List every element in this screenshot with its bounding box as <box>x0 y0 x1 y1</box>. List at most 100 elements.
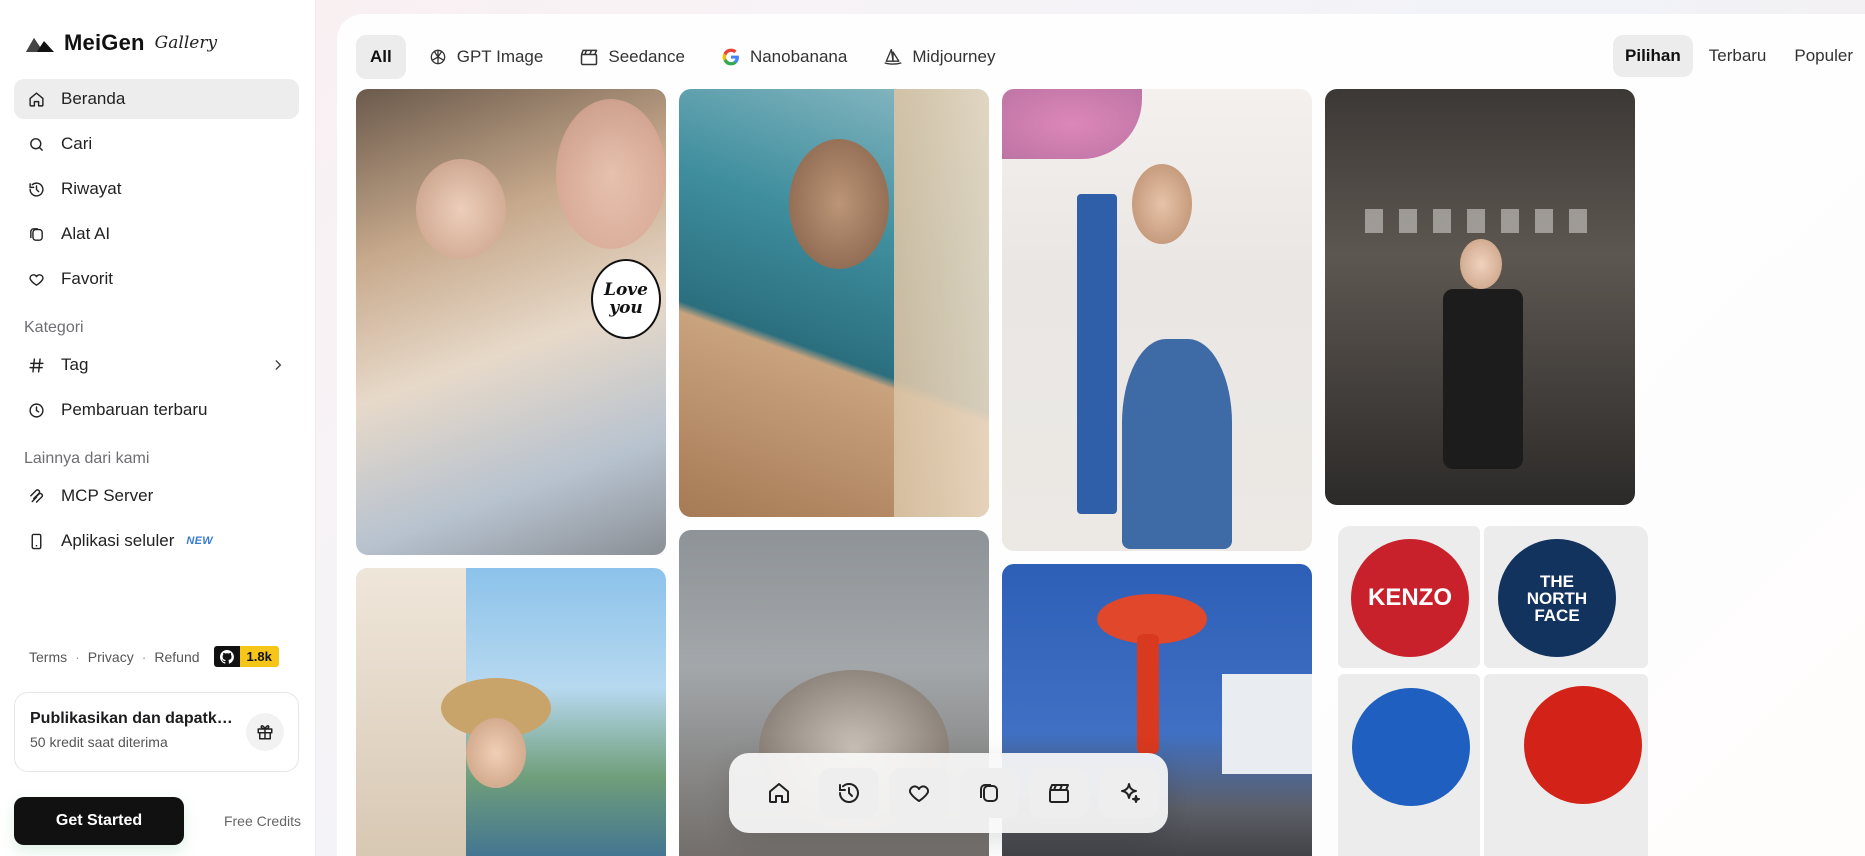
main-nav: Beranda Cari Riwayat Alat AI Favorit Kat… <box>14 79 299 566</box>
model-filter-bar: All GPT Image Seedance Nanobanana Midjou… <box>356 35 1009 79</box>
filter-label: GPT Image <box>456 47 544 66</box>
red-sticker <box>1524 686 1642 804</box>
gallery-card-pool-woman[interactable] <box>679 89 989 517</box>
nav-label: Alat AI <box>61 224 111 243</box>
woman-face <box>1132 164 1192 244</box>
blue-door <box>1077 194 1117 514</box>
black-coat <box>1443 289 1523 469</box>
nav-label: Beranda <box>61 89 126 108</box>
get-started-button[interactable]: Get Started <box>14 797 184 845</box>
promo-subtitle: 50 kredit saat diterima <box>30 734 168 750</box>
crosswalk-stripes <box>1365 209 1595 233</box>
nav-item-cari[interactable]: Cari <box>14 124 299 164</box>
dock-ai-tools-button[interactable] <box>959 768 1019 818</box>
woman-face <box>789 139 889 269</box>
sticker-tile: THE NORTH FACE <box>1484 526 1648 668</box>
logo-icon <box>26 38 54 52</box>
privacy-link[interactable]: Privacy <box>88 649 134 665</box>
kenzo-sticker: KENZO <box>1351 539 1469 657</box>
blue-skirt <box>1122 339 1232 549</box>
painted-face <box>556 99 666 249</box>
gallery-card-white-street-woman[interactable] <box>1002 89 1312 551</box>
promo-card[interactable]: Publikasikan dan dapatkan kredit 50 kred… <box>14 692 299 772</box>
refund-link[interactable]: Refund <box>154 649 199 665</box>
gallery-card-straw-hat-girl[interactable] <box>356 568 666 856</box>
nav-item-aplikasi-seluler[interactable]: Aplikasi seluler NEW <box>14 521 299 561</box>
gallery-card-brand-stickers[interactable]: KENZO THE NORTH FACE <box>1338 526 1648 856</box>
sort-terbaru[interactable]: Terbaru <box>1697 35 1779 77</box>
dock-favorite-button[interactable] <box>889 768 949 818</box>
nav-label: Riwayat <box>61 179 122 198</box>
sparkle-icon <box>1121 783 1140 803</box>
nav-label: Aplikasi seluler <box>61 531 175 550</box>
filter-label: Seedance <box>608 47 685 66</box>
nav-label: Pembaruan terbaru <box>61 400 208 419</box>
github-stars-badge[interactable]: 1.8k <box>213 646 279 667</box>
separator: · <box>75 648 80 665</box>
sort-populer[interactable]: Populer <box>1782 35 1865 77</box>
north-face-sticker: THE NORTH FACE <box>1498 539 1616 657</box>
filter-nanobanana[interactable]: Nanobanana <box>707 35 861 79</box>
gallery-main: All GPT Image Seedance Nanobanana Midjou… <box>337 14 1865 856</box>
openai-icon <box>430 49 446 65</box>
terms-link[interactable]: Terms <box>29 649 67 665</box>
promo-title: Publikasikan dan dapatkan kredit <box>30 710 235 727</box>
pool-edge <box>894 89 989 517</box>
building-wall <box>1222 674 1312 774</box>
gallery-card-painter-girl[interactable]: Love you <box>356 89 666 555</box>
history-icon <box>29 181 44 197</box>
nav-label: Tag <box>61 355 89 374</box>
nav-item-pembaruan-terbaru[interactable]: Pembaruan terbaru <box>14 390 299 430</box>
girl-face <box>466 718 526 788</box>
gallery-card-crosswalk-woman[interactable] <box>1325 89 1635 505</box>
filter-midjourney[interactable]: Midjourney <box>869 35 1009 79</box>
clapperboard-icon <box>1049 784 1069 803</box>
dock-video-button[interactable] <box>1029 768 1089 818</box>
love-you-bubble: Love you <box>591 259 661 339</box>
brand-sub: Gallery <box>154 33 218 53</box>
clapperboard-icon <box>581 49 598 66</box>
red-sculpture-stem <box>1137 634 1159 754</box>
history-icon <box>839 783 859 803</box>
dock-generate-button[interactable] <box>1099 768 1159 818</box>
dock-history-button[interactable] <box>819 768 879 818</box>
bottom-dock <box>729 753 1168 833</box>
footer-links: Terms · Privacy · Refund 1.8k <box>29 646 279 667</box>
nav-label: Cari <box>61 134 93 153</box>
sticker-tile <box>1338 674 1480 856</box>
nav-label: MCP Server <box>61 486 154 505</box>
clock-icon <box>29 402 44 418</box>
filter-all[interactable]: All <box>356 35 406 79</box>
gift-icon[interactable] <box>246 713 284 751</box>
filter-label: Midjourney <box>912 47 996 66</box>
phone-icon <box>31 533 42 549</box>
woman-face <box>1460 239 1502 289</box>
nav-item-riwayat[interactable]: Riwayat <box>14 169 299 209</box>
home-icon <box>769 783 789 803</box>
github-icon <box>213 646 240 667</box>
filter-gpt-image[interactable]: GPT Image <box>414 35 558 79</box>
github-stars-count: 1.8k <box>239 646 279 667</box>
nav-label: Favorit <box>61 269 113 288</box>
nav-item-beranda[interactable]: Beranda <box>14 79 299 119</box>
girl-face <box>416 159 506 259</box>
nav-item-tag[interactable]: Tag <box>14 345 299 385</box>
filter-label: Nanobanana <box>749 47 848 66</box>
heart-icon <box>29 273 44 286</box>
brand[interactable]: MeiGen Gallery <box>26 30 217 56</box>
filter-label: All <box>370 47 392 66</box>
ai-tools-icon <box>980 784 998 802</box>
nav-item-favorit[interactable]: Favorit <box>14 259 299 299</box>
search-icon <box>30 137 43 151</box>
filter-seedance[interactable]: Seedance <box>565 35 699 79</box>
sort-pilihan[interactable]: Pilihan <box>1613 35 1693 77</box>
nav-item-alat-ai[interactable]: Alat AI <box>14 214 299 254</box>
sticker-tile <box>1484 674 1648 856</box>
section-kategori: Kategori <box>24 319 84 336</box>
bougainvillea <box>1002 89 1142 159</box>
nav-item-mcp-server[interactable]: MCP Server <box>14 476 299 516</box>
dock-home-button[interactable] <box>749 768 809 818</box>
blue-sticker <box>1352 688 1470 806</box>
hash-icon <box>29 357 44 373</box>
brand-name: MeiGen <box>64 30 145 55</box>
